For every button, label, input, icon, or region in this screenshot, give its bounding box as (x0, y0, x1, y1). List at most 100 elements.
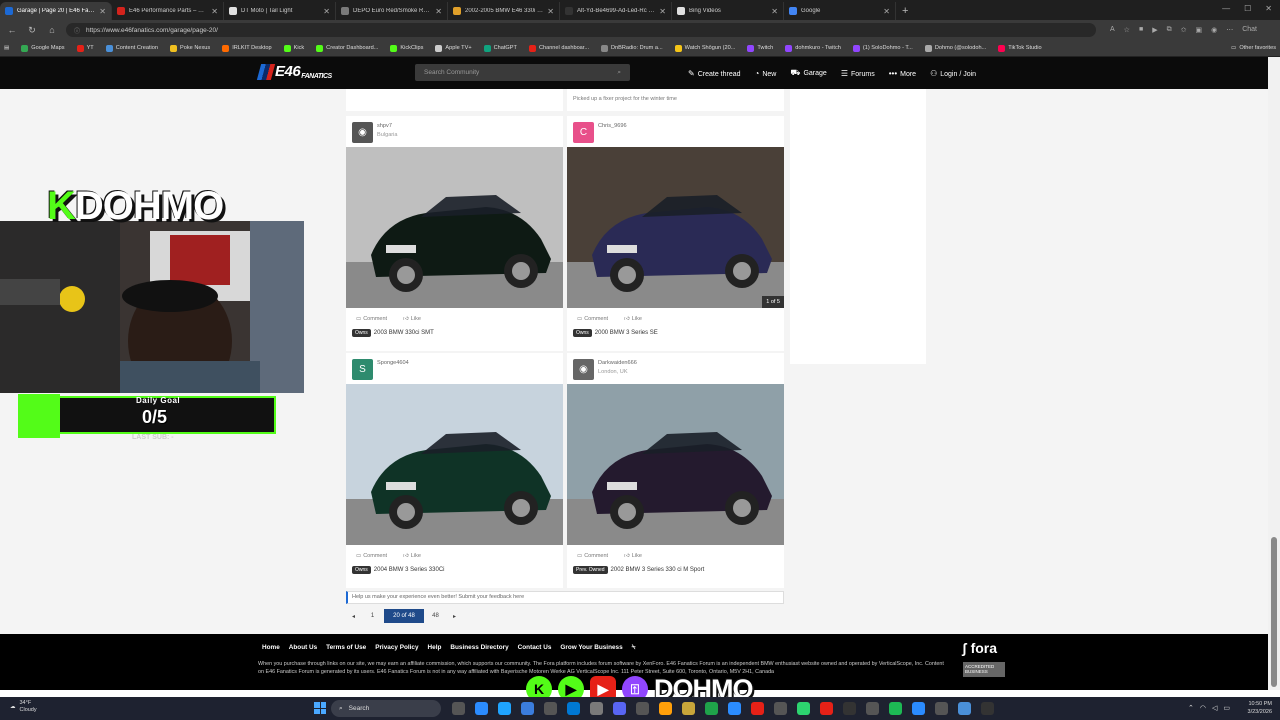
next-page-button[interactable]: ▸ (447, 609, 462, 623)
footer-link[interactable]: Contact Us (518, 644, 552, 652)
like-button[interactable]: 👍︎ Like (403, 553, 421, 559)
browser-tab[interactable]: DEPO Euro Red/Smoke Rear Tail Lights✕ (336, 2, 448, 20)
like-button[interactable]: 👍︎ Like (624, 316, 642, 322)
back-icon[interactable]: ← (6, 25, 18, 35)
close-tab-icon[interactable]: ✕ (883, 7, 890, 16)
card-title-row[interactable]: Owns 2004 BMW 3 Series 330Ci (352, 566, 444, 574)
taskbar-app-icon[interactable] (498, 702, 511, 715)
bookmark-item[interactable]: KickClips (390, 44, 423, 52)
accredited-badge[interactable]: ACCREDITED BUSINESS (963, 662, 1005, 677)
taskbar-app-icon[interactable] (866, 702, 879, 715)
taskbar-app-icon[interactable] (843, 702, 856, 715)
browser-tab[interactable]: Bing Videos ✕ (672, 2, 784, 20)
taskbar-app-icon[interactable] (659, 702, 672, 715)
nav-forums[interactable]: ☰ Forums (841, 69, 875, 78)
nav-new[interactable]: ◔ New (755, 69, 777, 78)
footer-link[interactable]: Help (428, 644, 442, 652)
card-title-row[interactable]: Prev. Owned 2002 BMW 3 Series 330 ci M S… (573, 566, 704, 574)
footer-link[interactable]: About Us (289, 644, 317, 652)
close-tab-icon[interactable]: ✕ (771, 7, 778, 16)
taskbar-app-icon[interactable] (705, 702, 718, 715)
bookmark-item[interactable]: TikTok Studio (998, 44, 1042, 52)
site-info-icon[interactable]: ⓘ (74, 26, 80, 35)
taskbar-app-icon[interactable] (613, 702, 626, 715)
search-input[interactable]: Search Community ⌕ (415, 64, 630, 81)
comment-button[interactable]: ▭ Comment (356, 316, 387, 322)
page-last-button[interactable]: 48 (428, 609, 443, 623)
other-favorites[interactable]: ▭ Other favorites (1231, 45, 1276, 51)
play-icon[interactable]: ▶ (1152, 26, 1157, 34)
page-scrollbar[interactable] (1268, 57, 1280, 690)
close-tab-icon[interactable]: ✕ (323, 7, 330, 16)
close-tab-icon[interactable]: ✕ (435, 7, 442, 16)
close-tab-icon[interactable]: ✕ (99, 7, 106, 16)
window-controls[interactable]: — ☐ ✕ (1222, 4, 1272, 13)
nav-create-thread[interactable]: ✎ Create thread (688, 69, 741, 78)
browser-tab[interactable]: Alt-Yd-Be4699-Ad-Led-Rc for sale✕ (560, 2, 672, 20)
bookmark-item[interactable]: Apple TV+ (435, 44, 472, 52)
feedback-banner[interactable]: Help us make your experience even better… (346, 591, 784, 604)
page-current-button[interactable]: 20 of 48 (384, 609, 424, 623)
username[interactable]: Chris_9696 (598, 122, 627, 131)
avatar[interactable]: C (573, 122, 594, 143)
car-photo[interactable]: 1 of 5 (567, 147, 784, 308)
comment-button[interactable]: ▭ Comment (577, 316, 608, 322)
copilot-chat-button[interactable]: Chat (1242, 26, 1257, 34)
card-user[interactable]: S Sponge4604 (352, 359, 409, 380)
minimize-icon[interactable]: — (1222, 4, 1230, 13)
site-logo[interactable]: E46FANATICS (256, 63, 332, 81)
browser-tab[interactable]: 2002-2005 BMW E46 330i 325i 330✕ (448, 2, 560, 20)
browser-tab[interactable]: E46 Performance Parts – Garagistic ✕ (112, 2, 224, 20)
taskbar-app-icon[interactable] (682, 702, 695, 715)
favorites-icon[interactable]: ✩ (1181, 26, 1187, 34)
username[interactable]: shpv7 (377, 122, 398, 131)
profile-icon[interactable]: ◉ (1211, 26, 1217, 34)
bookmark-item[interactable]: ChatGPT (483, 44, 517, 52)
taskbar-app-icon[interactable] (728, 702, 741, 715)
taskbar-app-icon[interactable] (567, 702, 580, 715)
car-title[interactable]: 2000 BMW 3 Series SE (595, 330, 658, 336)
footer-link[interactable]: Home (262, 644, 280, 652)
garage-card[interactable]: ◉ shpv7 Bulgaria ▭ Comment 👍︎ Like Owns 200… (346, 116, 563, 351)
taskbar-app-icon[interactable] (452, 702, 465, 715)
car-photo[interactable] (346, 147, 563, 308)
new-tab-icon[interactable]: + (902, 2, 908, 20)
scrollbar-thumb[interactable] (1271, 537, 1277, 687)
page-first-button[interactable]: 1 (365, 609, 380, 623)
avatar[interactable]: ◉ (573, 359, 594, 380)
footer-link[interactable]: Terms of Use (326, 644, 366, 652)
prev-page-button[interactable]: ◂ (346, 609, 361, 623)
fora-logo[interactable]: ʃ fora (962, 640, 997, 656)
car-title[interactable]: 2004 BMW 3 Series 330Ci (374, 567, 445, 573)
nav-more[interactable]: ••• More (889, 69, 916, 78)
nav-login-join[interactable]: ⚇ Login / Join (930, 69, 976, 78)
volume-icon[interactable]: ◁ (1212, 704, 1217, 712)
maximize-icon[interactable]: ☐ (1244, 4, 1251, 13)
footer-link[interactable]: Privacy Policy (375, 644, 418, 652)
footer-link[interactable]: Business Directory (450, 644, 508, 652)
collections-icon[interactable]: ▣ (1195, 26, 1202, 34)
taskbar-app-icon[interactable] (751, 702, 764, 715)
taskbar-app-icon[interactable] (636, 702, 649, 715)
bookmark-item[interactable]: Kick (283, 44, 304, 52)
home-icon[interactable]: ⌂ (46, 25, 58, 35)
taskbar-app-icon[interactable] (544, 702, 557, 715)
comment-button[interactable]: ▭ Comment (577, 553, 608, 559)
clock[interactable]: 10:50 PM 3/23/2026 (1248, 700, 1272, 716)
bookmark-item[interactable]: (1) SoloDohmo - T... (852, 44, 913, 52)
taskbar-search[interactable]: ⌕ Search (331, 700, 441, 717)
bookmark-item[interactable]: Watch Shōgun (20... (674, 44, 735, 52)
like-button[interactable]: 👍︎ Like (624, 553, 642, 559)
avatar[interactable]: ◉ (352, 122, 373, 143)
taskbar-app-icon[interactable] (521, 702, 534, 715)
garage-card[interactable]: S Sponge4604 ▭ Comment 👍︎ Like Owns 2004 B… (346, 353, 563, 588)
bookmark-item[interactable]: Channel dashboar... (528, 44, 589, 52)
username[interactable]: Darkwaiden666 (598, 359, 637, 368)
bookmark-item[interactable]: YT (76, 44, 94, 52)
comment-button[interactable]: ▭ Comment (356, 553, 387, 559)
windows-start-icon[interactable] (314, 702, 326, 714)
like-button[interactable]: 👍︎ Like (403, 316, 421, 322)
taskbar-app-icon[interactable] (820, 702, 833, 715)
nav-garage[interactable]: ⛟ Garage (790, 68, 826, 78)
close-tab-icon[interactable]: ✕ (659, 7, 666, 16)
